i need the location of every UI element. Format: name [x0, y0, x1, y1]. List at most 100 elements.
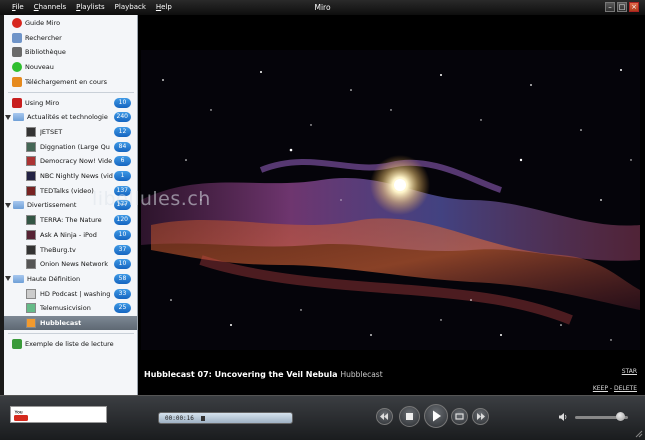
video-area: Hubblecast 07: Uncovering the Veil Nebul…	[138, 15, 645, 395]
volume-icon[interactable]	[558, 412, 568, 422]
star-link[interactable]: STAR	[622, 368, 637, 375]
watermark-text: libellules.ch	[92, 188, 211, 210]
progress-bar[interactable]: 00:00:16	[158, 412, 293, 424]
channel-thumbnail-icon	[26, 229, 36, 240]
sidebar-channel[interactable]: TERRA: The Nature 120	[4, 213, 137, 227]
stop-icon	[406, 413, 413, 420]
expand-triangle-icon[interactable]	[5, 202, 11, 208]
minimize-button[interactable]: –	[605, 2, 615, 12]
new-icon	[12, 62, 22, 73]
unwatched-count-badge: 10	[114, 97, 131, 108]
timecode: 00:00:16	[165, 415, 194, 422]
channel-thumbnail-icon	[26, 156, 36, 167]
sidebar-item-label: Téléchargement en cours	[25, 77, 108, 86]
miro-channel-icon	[12, 97, 22, 108]
youtube-box[interactable]: You	[10, 406, 107, 423]
playback-bar: You 00:00:16	[0, 395, 645, 440]
keep-delete-separator: -	[609, 385, 613, 392]
resize-grip-icon[interactable]	[635, 430, 643, 438]
close-button[interactable]: ×	[629, 2, 639, 12]
sidebar-channel[interactable]: JETSET 12	[4, 125, 137, 139]
sidebar-item-label: Bibliothèque	[25, 48, 66, 57]
channel-thumbnail-icon	[26, 126, 36, 137]
delete-link[interactable]: DELETE	[614, 385, 637, 392]
skip-forward-button[interactable]	[472, 408, 489, 425]
sidebar-folder[interactable]: Actualités et technologie 240	[4, 110, 137, 124]
keep-link[interactable]: KEEP	[593, 385, 608, 392]
folder-icon	[13, 113, 24, 122]
channel-thumbnail-icon	[26, 318, 36, 328]
sidebar-channel[interactable]: TheBurg.tv 37	[4, 243, 137, 257]
expand-triangle-icon[interactable]	[5, 276, 11, 282]
channel-thumbnail-icon	[26, 141, 36, 152]
sidebar-item-new[interactable]: Nouveau	[4, 60, 137, 74]
sidebar-channel[interactable]: HD Podcast | washing 33	[4, 287, 137, 301]
unwatched-count-badge: 58	[114, 273, 131, 284]
unwatched-count-badge: 6	[114, 156, 131, 167]
channel-thumbnail-icon	[26, 171, 36, 181]
sidebar-channel[interactable]: Diggnation (Large Qu 84	[4, 140, 137, 154]
channel-thumbnail-icon	[26, 259, 36, 270]
keep-delete-links: KEEP - DELETE	[593, 385, 637, 392]
sidebar-item-label: Nouveau	[25, 63, 54, 72]
expand-triangle-icon[interactable]	[5, 114, 11, 120]
unwatched-count-badge: 37	[114, 244, 131, 255]
unwatched-count-badge: 84	[114, 141, 131, 152]
video-title: Hubblecast 07: Uncovering the Veil Nebul…	[144, 370, 383, 379]
maximize-button[interactable]: □	[617, 2, 627, 12]
channel-thumbnail-icon	[26, 244, 36, 255]
unwatched-count-badge: 10	[114, 259, 131, 270]
play-icon	[433, 410, 441, 422]
unwatched-count-badge: 1	[114, 171, 131, 181]
sidebar-item-label: Hubblecast	[40, 319, 82, 327]
folder-icon	[13, 201, 24, 210]
youtube-logo-icon: You	[14, 409, 28, 421]
download-icon	[12, 76, 22, 87]
unwatched-count-badge: 12	[114, 126, 131, 137]
playlist-icon	[12, 338, 22, 349]
stop-button[interactable]	[399, 406, 420, 427]
sidebar-channel-selected[interactable]: Hubblecast	[4, 316, 137, 330]
channel-thumbnail-icon	[26, 215, 36, 226]
fullscreen-button[interactable]	[451, 408, 468, 425]
play-button[interactable]	[424, 404, 448, 428]
sidebar-folder[interactable]: Haute Définition 58	[4, 272, 137, 286]
sidebar-item-label: Exemple de liste de lecture	[25, 339, 114, 348]
nebula-video-frame	[141, 50, 640, 350]
unwatched-count-badge: 10	[114, 229, 131, 240]
sidebar-channel[interactable]: Ask A Ninja - iPod 10	[4, 228, 137, 242]
channel-thumbnail-icon	[26, 303, 36, 314]
video-feed-name: Hubblecast	[340, 370, 383, 379]
sidebar-channel[interactable]: NBC Nightly News (vid 1	[4, 169, 137, 183]
sidebar-item-download[interactable]: Téléchargement en cours	[4, 75, 137, 89]
library-icon	[12, 47, 22, 58]
skip-back-button[interactable]	[376, 408, 393, 425]
folder-icon	[13, 274, 24, 283]
fast-forward-icon	[477, 413, 485, 420]
screen-icon	[455, 413, 464, 420]
sidebar-item-library[interactable]: Bibliothèque	[4, 45, 137, 59]
sidebar-item-using-miro[interactable]: Using Miro 10	[4, 96, 137, 110]
sidebar-channel[interactable]: Democracy Now! Vide 6	[4, 154, 137, 168]
video-player[interactable]	[141, 50, 640, 350]
sidebar-channel[interactable]: Onion News Network 10	[4, 257, 137, 271]
sidebar-channel[interactable]: Telemusicvision 25	[4, 301, 137, 315]
window-title: Miro	[314, 3, 331, 12]
volume-knob[interactable]	[616, 412, 626, 421]
sidebar-divider	[8, 91, 134, 93]
sidebar-divider	[8, 332, 134, 334]
sidebar-playlist[interactable]: Exemple de liste de lecture	[4, 337, 137, 351]
unwatched-count-badge: 120	[113, 215, 131, 226]
channel-thumbnail-icon	[26, 288, 36, 299]
title-bar: File Channels Playlists Playback Help Miro –…	[0, 0, 645, 15]
sidebar-item-miro-guide[interactable]: Guide Miro	[4, 16, 137, 30]
sidebar-item-search[interactable]: Rechercher	[4, 31, 137, 45]
svg-text:You: You	[15, 410, 23, 415]
unwatched-count-badge: 25	[114, 303, 131, 314]
unwatched-count-badge: 33	[114, 288, 131, 299]
channel-thumbnail-icon	[26, 185, 36, 196]
progress-knob[interactable]	[201, 416, 206, 421]
miro-guide-icon	[12, 18, 22, 28]
window-controls: – □ ×	[605, 2, 639, 12]
rewind-icon	[380, 413, 388, 420]
